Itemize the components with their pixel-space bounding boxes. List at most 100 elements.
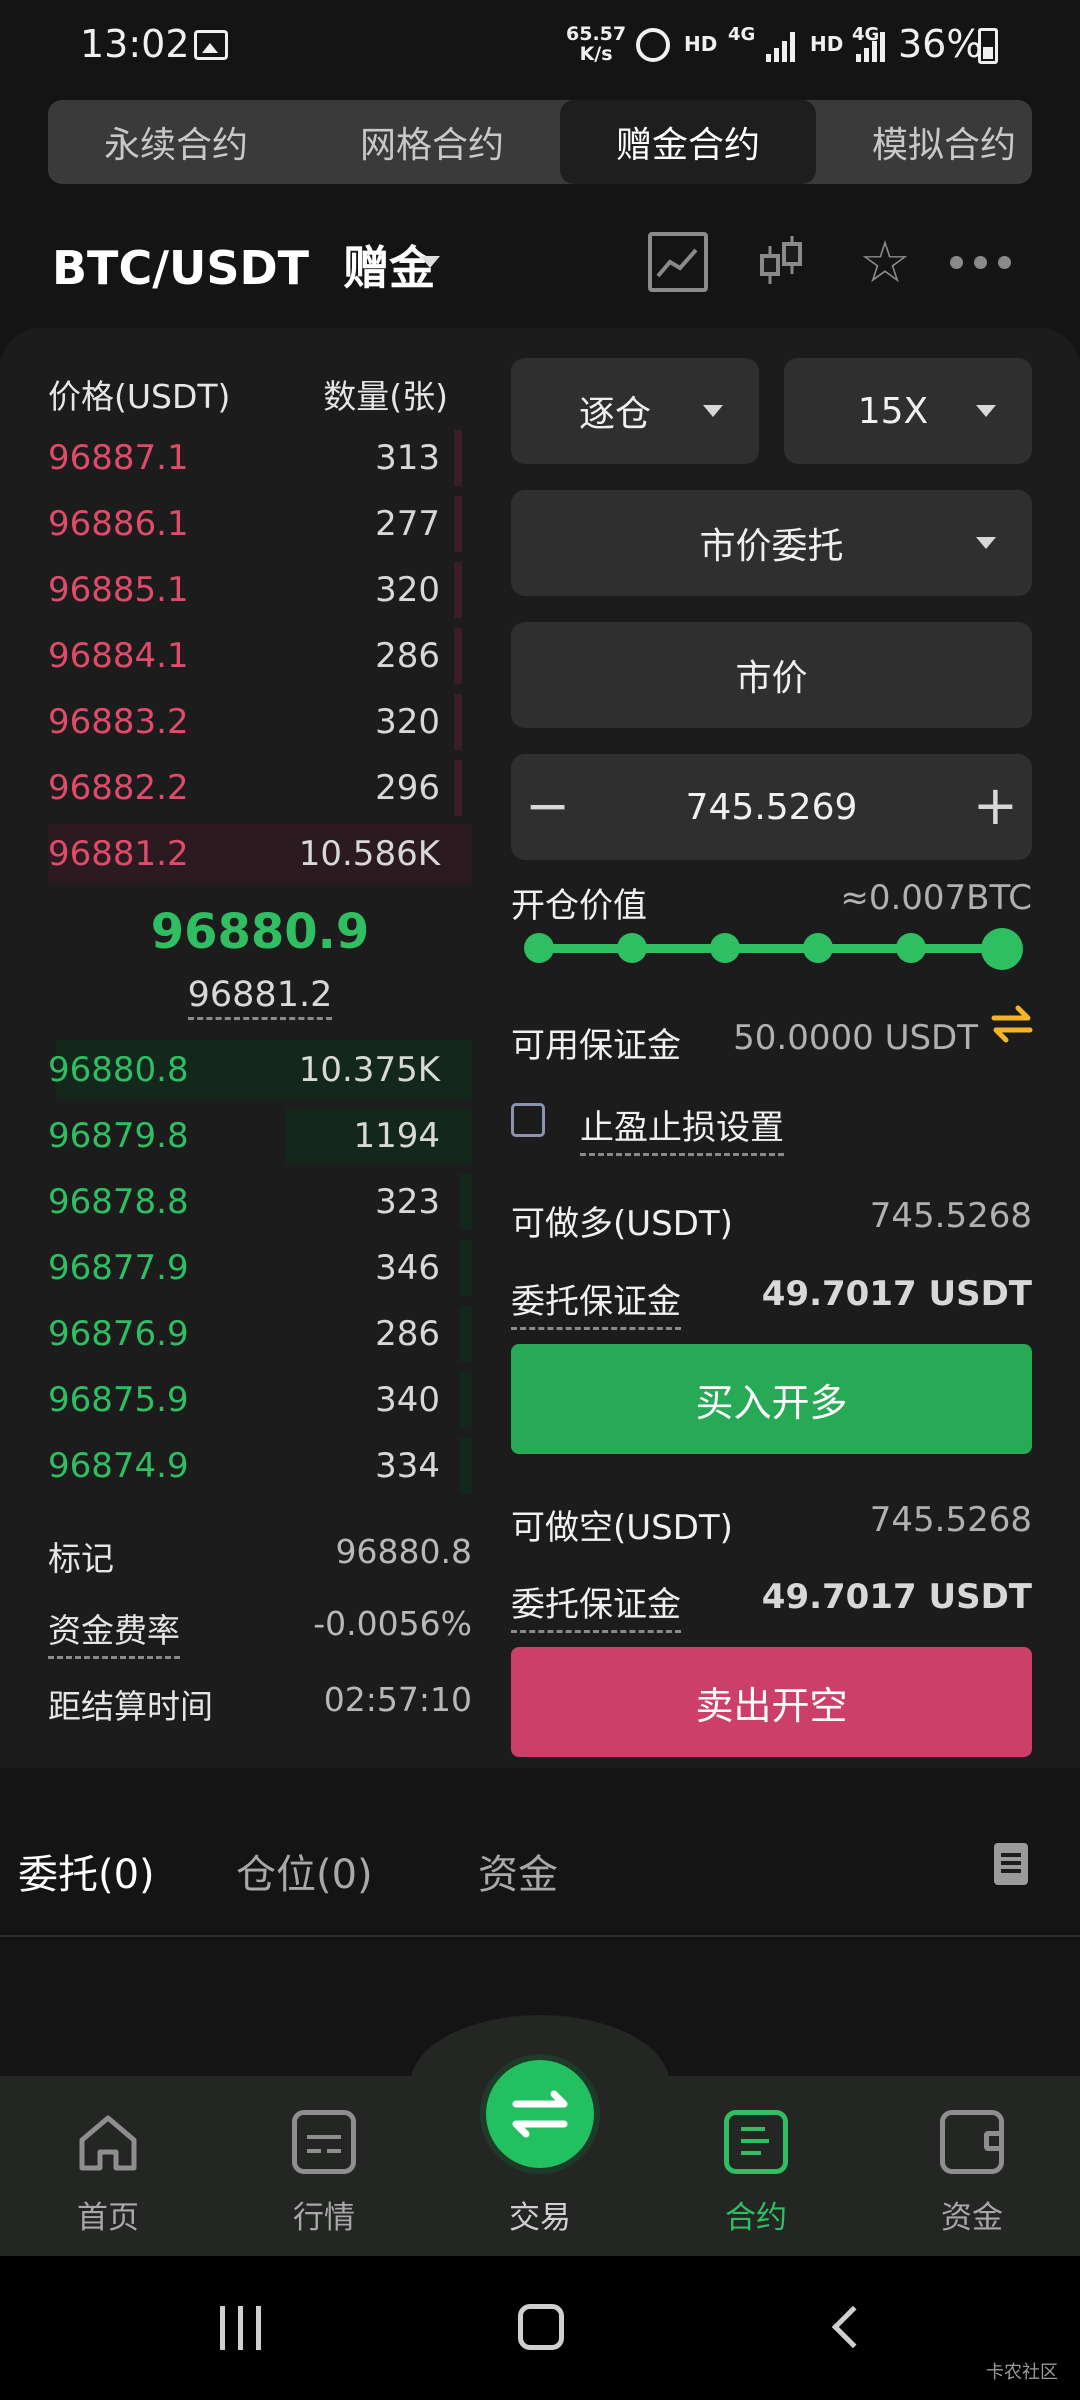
price-input[interactable]: 市价 [511, 622, 1032, 728]
tab-grid[interactable]: 网格合约 [304, 100, 560, 184]
bid-qty: 286 [375, 1314, 440, 1354]
battery-icon [978, 28, 998, 64]
more-options-icon[interactable] [950, 232, 1014, 292]
slider-step[interactable] [617, 933, 647, 963]
ask-row[interactable]: 96883.2 320 [48, 694, 462, 750]
long-max-value: 745.5268 [869, 1196, 1032, 1236]
ask-qty: 320 [375, 570, 440, 610]
line-chart-icon[interactable] [648, 232, 708, 292]
chevron-down-icon [703, 405, 723, 417]
last-price: 96880.9 [150, 904, 370, 960]
bid-row[interactable]: 96876.9 286 [48, 1306, 472, 1362]
chevron-down-icon [976, 405, 996, 417]
pair-selector[interactable]: BTC/USDT 赠金 [52, 232, 435, 298]
plus-button[interactable]: + [973, 774, 1018, 837]
slider-step[interactable] [524, 933, 554, 963]
order-type-value: 市价委托 [699, 526, 844, 567]
ask-row[interactable]: 96882.2 296 [48, 760, 462, 816]
depth-bar [454, 694, 462, 750]
orderbook-header: 价格(USDT) 数量(张) [48, 370, 448, 418]
margin-mode-select[interactable]: 逐仓 [511, 358, 759, 464]
long-margin-label: 委托保证金 [511, 1274, 681, 1330]
network-speed-unit: K/s [579, 43, 613, 65]
slider-step[interactable] [803, 933, 833, 963]
tab-perpetual[interactable]: 永续合约 [48, 100, 304, 184]
ask-row[interactable]: 96884.1 286 [48, 628, 462, 684]
bid-row[interactable]: 96879.8 1194 [48, 1108, 472, 1164]
ask-qty: 277 [375, 504, 440, 544]
nav-trade-label: 交易 [509, 2200, 571, 2236]
home-system-icon[interactable] [518, 2304, 564, 2350]
slider-track [538, 944, 1004, 953]
depth-bar [460, 1174, 472, 1230]
chevron-down-icon[interactable] [420, 256, 440, 268]
mark-value: 96880.8 [335, 1532, 472, 1571]
ask-price: 96883.2 [48, 702, 189, 742]
bid-row[interactable]: 96880.8 10.375K [48, 1040, 472, 1100]
recent-apps-icon[interactable] [220, 2306, 266, 2350]
ask-row[interactable]: 96886.1 277 [48, 496, 462, 552]
bid-row[interactable]: 96878.8 323 [48, 1174, 472, 1230]
short-max-value: 745.5268 [869, 1500, 1032, 1540]
ask-price: 96887.1 [48, 438, 189, 478]
wallet-icon [940, 2110, 1004, 2174]
tab-positions[interactable]: 仓位(0) [236, 1842, 373, 1900]
depth-bar [454, 628, 462, 684]
tab-funds[interactable]: 资金 [478, 1842, 558, 1900]
bid-row[interactable]: 96877.9 346 [48, 1240, 472, 1296]
ask-qty: 286 [375, 636, 440, 676]
bid-price: 96878.8 [48, 1182, 189, 1222]
nav-trade-button[interactable] [486, 2060, 594, 2168]
open-value-label: 开仓价值 [511, 886, 647, 926]
tab-orders[interactable]: 委托(0) [18, 1842, 155, 1900]
hd-icon-2: HD [810, 32, 844, 56]
ask-price: 96886.1 [48, 504, 189, 544]
leverage-select[interactable]: 15X [784, 358, 1032, 464]
bid-price: 96874.9 [48, 1446, 189, 1486]
minus-button[interactable]: − [525, 774, 570, 837]
transfer-swap-icon[interactable] [990, 1004, 1034, 1044]
price-column-header: 价格(USDT) [48, 377, 231, 416]
pair-name: BTC/USDT [52, 241, 310, 295]
order-type-select[interactable]: 市价委托 [511, 490, 1032, 596]
ask-row[interactable]: 96881.2 10.586K [48, 824, 472, 884]
settle-label: 距结算时间 [48, 1687, 213, 1726]
open-value: ≈0.007BTC [840, 878, 1032, 918]
amount-value[interactable]: 745.5269 [686, 787, 858, 828]
candlestick-icon[interactable] [752, 232, 812, 292]
divider [0, 1935, 1080, 1937]
slider-handle[interactable] [981, 928, 1023, 970]
ask-qty: 320 [375, 702, 440, 742]
bid-price: 96879.8 [48, 1116, 189, 1156]
gallery-notification-icon [194, 30, 228, 60]
leverage-value: 15X [857, 390, 929, 432]
sell-short-button[interactable]: 卖出开空 [511, 1647, 1032, 1757]
amount-stepper[interactable]: − 745.5269 + [511, 754, 1032, 860]
mark-price-under[interactable]: 96881.2 [48, 975, 472, 1020]
settle-value: 02:57:10 [323, 1680, 472, 1719]
bid-qty: 1194 [353, 1116, 440, 1156]
slider-step[interactable] [710, 933, 740, 963]
network-speed: 65.57 K/s [566, 24, 626, 64]
tab-bonus[interactable]: 赠金合约 [560, 100, 816, 184]
bid-qty: 10.375K [298, 1050, 440, 1090]
tab-demo[interactable]: 模拟合约 [816, 100, 1032, 184]
order-history-icon[interactable] [994, 1843, 1028, 1885]
ask-price: 96885.1 [48, 570, 189, 610]
ask-row[interactable]: 96885.1 320 [48, 562, 462, 618]
depth-bar [454, 430, 462, 486]
favorite-star-icon[interactable]: ☆ [855, 232, 915, 292]
contract-icon [724, 2110, 788, 2174]
home-icon [76, 2110, 140, 2174]
buy-long-button[interactable]: 买入开多 [511, 1344, 1032, 1454]
battery-level: 36% [898, 22, 983, 66]
tpsl-checkbox[interactable] [511, 1103, 545, 1137]
ask-qty: 10.586K [298, 834, 440, 874]
ask-qty: 296 [375, 768, 440, 808]
bid-row[interactable]: 96875.9 340 [48, 1372, 472, 1428]
slider-step[interactable] [896, 933, 926, 963]
position-tabs: 委托(0) 仓位(0) 资金 [0, 1842, 1080, 1938]
ask-row[interactable]: 96887.1 313 [48, 430, 462, 486]
bid-qty: 334 [375, 1446, 440, 1486]
bid-row[interactable]: 96874.9 334 [48, 1438, 472, 1494]
